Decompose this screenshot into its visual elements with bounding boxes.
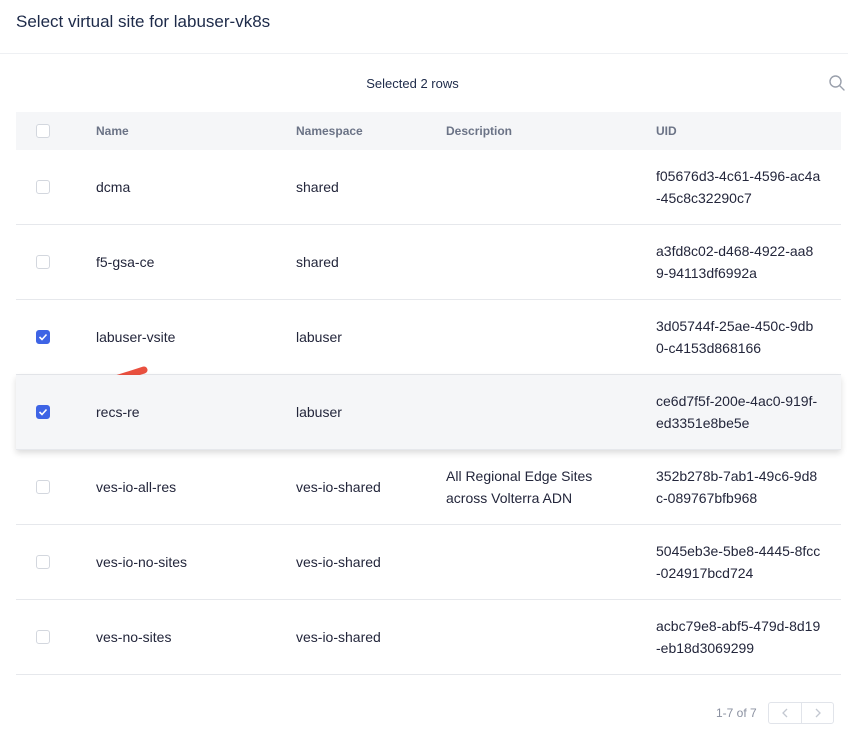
check-icon xyxy=(38,333,48,341)
check-icon xyxy=(38,408,48,416)
cell-name: recs-re xyxy=(96,404,140,420)
sites-table: Name Namespace Description UID dcma share… xyxy=(16,112,841,675)
cell-uid: 3d05744f-25ae-450c-9db0-c4153d868166 xyxy=(656,318,814,356)
row-checkbox[interactable] xyxy=(36,630,50,644)
cell-namespace: labuser xyxy=(296,329,342,345)
header-uid[interactable]: UID xyxy=(656,124,677,138)
row-checkbox[interactable] xyxy=(36,255,50,269)
cell-namespace: shared xyxy=(296,179,339,195)
chevron-right-icon xyxy=(815,708,821,718)
cell-namespace: shared xyxy=(296,254,339,270)
cell-name: ves-io-all-res xyxy=(96,479,177,495)
header-description[interactable]: Description xyxy=(446,124,512,138)
pagination-text: 1-7 of 7 xyxy=(716,706,757,720)
table-row[interactable]: ves-io-no-sites ves-io-shared 5045eb3e-5be… xyxy=(16,525,841,600)
cell-name: f5-gsa-ce xyxy=(96,254,155,270)
table-header: Name Namespace Description UID xyxy=(16,112,841,150)
table-row[interactable]: recs-re labuser ce6d7f5f-200e-4ac0-919f-ed… xyxy=(16,375,841,450)
row-checkbox[interactable] xyxy=(36,330,50,344)
title-divider xyxy=(0,53,848,54)
cell-namespace: labuser xyxy=(296,404,342,420)
cell-uid: ce6d7f5f-200e-4ac0-919f-ed3351e8be5e xyxy=(656,393,818,431)
header-namespace[interactable]: Namespace xyxy=(296,124,363,138)
search-icon[interactable] xyxy=(828,74,846,92)
table-row[interactable]: ves-io-all-res ves-io-shared All Regional … xyxy=(16,450,841,525)
select-all-checkbox[interactable] xyxy=(36,124,50,138)
cell-name: labuser-vsite xyxy=(96,329,176,345)
cell-namespace: ves-io-shared xyxy=(296,629,381,645)
cell-name: ves-io-no-sites xyxy=(96,554,188,570)
row-checkbox[interactable] xyxy=(36,480,50,494)
cell-name: ves-no-sites xyxy=(96,629,172,645)
cell-namespace: ves-io-shared xyxy=(296,554,381,570)
selected-rows-text: Selected 2 rows xyxy=(366,76,459,91)
cell-uid: f05676d3-4c61-4596-ac4a-45c8c32290c7 xyxy=(656,168,821,206)
prev-page-button[interactable] xyxy=(769,703,802,723)
cell-uid: 352b278b-7ab1-49c6-9d8c-089767bfb968 xyxy=(656,468,818,506)
cell-name: dcma xyxy=(96,179,131,195)
cell-uid: a3fd8c02-d468-4922-aa89-94113df6992a xyxy=(656,243,814,281)
table-body: dcma shared f05676d3-4c61-4596-ac4a-45c8c3… xyxy=(16,150,841,675)
row-checkbox[interactable] xyxy=(36,555,50,569)
pagination-controls xyxy=(768,702,834,724)
cell-uid: acbc79e8-abf5-479d-8d19-eb18d3069299 xyxy=(656,618,821,656)
dialog-title: Select virtual site for labuser-vk8s xyxy=(16,12,271,31)
row-checkbox[interactable] xyxy=(36,405,50,419)
table-row[interactable]: f5-gsa-ce shared a3fd8c02-d468-4922-aa89-9… xyxy=(16,225,841,300)
table-row[interactable]: dcma shared f05676d3-4c61-4596-ac4a-45c8c3… xyxy=(16,150,841,225)
cell-namespace: ves-io-shared xyxy=(296,479,381,495)
row-checkbox[interactable] xyxy=(36,180,50,194)
cell-uid: 5045eb3e-5be8-4445-8fcc-024917bcd724 xyxy=(656,543,821,581)
table-row[interactable]: ves-no-sites ves-io-shared acbc79e8-abf5-4… xyxy=(16,600,841,675)
chevron-left-icon xyxy=(782,708,788,718)
cell-description: All Regional Edge Sites across Volterra … xyxy=(446,468,593,506)
header-name[interactable]: Name xyxy=(96,124,129,138)
next-page-button[interactable] xyxy=(802,703,834,723)
